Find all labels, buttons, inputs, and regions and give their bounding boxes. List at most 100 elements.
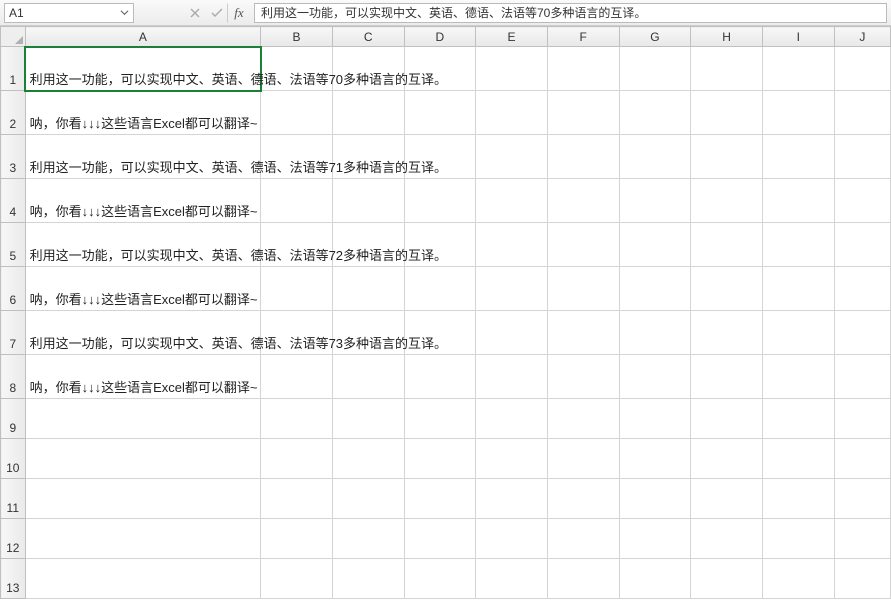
cell[interactable]: 利用这一功能，可以实现中文、英语、德语、法语等73多种语言的互译。 <box>25 311 261 355</box>
cell[interactable] <box>762 179 834 223</box>
cell[interactable]: 利用这一功能，可以实现中文、英语、德语、法语等71多种语言的互译。 <box>25 135 261 179</box>
cell[interactable] <box>691 355 763 399</box>
cell[interactable] <box>261 179 333 223</box>
cell[interactable] <box>547 559 619 599</box>
cell[interactable] <box>762 519 834 559</box>
cell[interactable] <box>547 399 619 439</box>
cell[interactable] <box>762 355 834 399</box>
cell[interactable] <box>691 519 763 559</box>
select-all-corner[interactable] <box>1 27 26 47</box>
cell[interactable] <box>691 311 763 355</box>
cell[interactable] <box>834 179 890 223</box>
col-header-H[interactable]: H <box>691 27 763 47</box>
cell[interactable] <box>261 267 333 311</box>
cell[interactable] <box>547 179 619 223</box>
cell[interactable] <box>547 267 619 311</box>
cell[interactable] <box>332 559 404 599</box>
cell[interactable] <box>762 267 834 311</box>
cell[interactable] <box>332 91 404 135</box>
cell[interactable] <box>476 223 548 267</box>
cell[interactable] <box>547 311 619 355</box>
cell[interactable] <box>261 479 333 519</box>
cell[interactable] <box>762 399 834 439</box>
cell[interactable] <box>834 267 890 311</box>
cell[interactable] <box>691 559 763 599</box>
cell[interactable] <box>762 135 834 179</box>
chevron-down-icon[interactable] <box>120 8 129 17</box>
cell[interactable] <box>476 479 548 519</box>
cell[interactable] <box>834 311 890 355</box>
row-header[interactable]: 11 <box>1 479 26 519</box>
cell[interactable] <box>25 479 261 519</box>
cell[interactable] <box>834 519 890 559</box>
cell[interactable] <box>261 355 333 399</box>
name-box[interactable]: A1 <box>4 3 134 23</box>
cell[interactable] <box>834 223 890 267</box>
cell[interactable] <box>619 519 691 559</box>
row-header[interactable]: 6 <box>1 267 26 311</box>
cell[interactable] <box>691 179 763 223</box>
cell[interactable] <box>261 559 333 599</box>
cell[interactable] <box>476 47 548 91</box>
cell[interactable] <box>834 559 890 599</box>
cell[interactable] <box>691 439 763 479</box>
cell[interactable] <box>404 399 476 439</box>
cell[interactable] <box>261 91 333 135</box>
cell[interactable] <box>404 91 476 135</box>
cell[interactable] <box>332 439 404 479</box>
spreadsheet-grid[interactable]: A B C D E F G H I J 1利用这一功能，可以实现中文、英语、德语… <box>0 26 891 599</box>
cell[interactable] <box>619 91 691 135</box>
cell[interactable] <box>332 479 404 519</box>
cell[interactable] <box>619 399 691 439</box>
cell[interactable] <box>476 355 548 399</box>
col-header-G[interactable]: G <box>619 27 691 47</box>
row-header[interactable]: 4 <box>1 179 26 223</box>
col-header-E[interactable]: E <box>476 27 548 47</box>
cancel-button[interactable] <box>184 3 206 23</box>
col-header-J[interactable]: J <box>834 27 890 47</box>
cell[interactable] <box>691 47 763 91</box>
cell[interactable] <box>404 559 476 599</box>
cell[interactable] <box>476 399 548 439</box>
cell[interactable] <box>404 519 476 559</box>
row-header[interactable]: 12 <box>1 519 26 559</box>
cell[interactable] <box>834 135 890 179</box>
cell[interactable] <box>834 399 890 439</box>
cell[interactable] <box>547 519 619 559</box>
cell[interactable]: 呐，你看↓↓↓这些语言Excel都可以翻译~ <box>25 267 261 311</box>
cell[interactable] <box>476 91 548 135</box>
cell[interactable] <box>762 439 834 479</box>
cell[interactable] <box>691 135 763 179</box>
cell[interactable] <box>762 559 834 599</box>
cell[interactable] <box>476 179 548 223</box>
col-header-D[interactable]: D <box>404 27 476 47</box>
cell[interactable] <box>619 223 691 267</box>
cell[interactable] <box>547 47 619 91</box>
cell[interactable] <box>332 519 404 559</box>
cell[interactable] <box>834 479 890 519</box>
cell[interactable] <box>762 91 834 135</box>
cell[interactable] <box>619 267 691 311</box>
fx-icon[interactable]: fx <box>228 3 250 23</box>
row-header[interactable]: 2 <box>1 91 26 135</box>
cell[interactable]: 呐，你看↓↓↓这些语言Excel都可以翻译~ <box>25 179 261 223</box>
cell[interactable] <box>691 223 763 267</box>
col-header-B[interactable]: B <box>261 27 333 47</box>
cell[interactable] <box>476 311 548 355</box>
cell[interactable] <box>332 267 404 311</box>
cell[interactable] <box>762 223 834 267</box>
cell[interactable] <box>332 179 404 223</box>
enter-button[interactable] <box>206 3 228 23</box>
cell[interactable] <box>619 179 691 223</box>
cell[interactable] <box>404 355 476 399</box>
cell[interactable]: 呐，你看↓↓↓这些语言Excel都可以翻译~ <box>25 355 261 399</box>
cell[interactable] <box>547 91 619 135</box>
cell[interactable]: 利用这一功能，可以实现中文、英语、德语、法语等70多种语言的互译。 <box>25 47 261 91</box>
col-header-A[interactable]: A <box>25 27 261 47</box>
row-header[interactable]: 7 <box>1 311 26 355</box>
row-header[interactable]: 8 <box>1 355 26 399</box>
row-header[interactable]: 3 <box>1 135 26 179</box>
cell[interactable] <box>834 47 890 91</box>
cell[interactable] <box>691 479 763 519</box>
cell[interactable] <box>762 311 834 355</box>
